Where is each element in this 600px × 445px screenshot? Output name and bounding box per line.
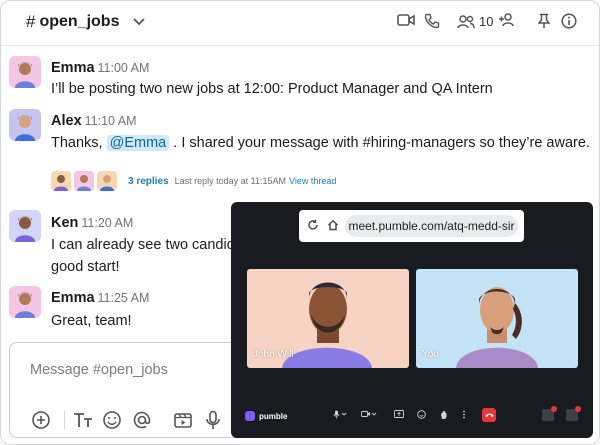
participant-tile[interactable]: You — [416, 269, 578, 368]
view-thread-link[interactable]: View thread — [289, 176, 336, 186]
hang-up-icon — [485, 413, 493, 417]
camera-toggle[interactable] — [361, 410, 377, 419]
raise-hand-button[interactable] — [440, 410, 448, 420]
message-author[interactable]: Emma 11:00 AM — [51, 60, 149, 76]
participants-button[interactable] — [542, 406, 557, 421]
message-text-part: . I shared your message with #hiring-man… — [169, 135, 590, 151]
mention-icon[interactable] — [131, 409, 153, 431]
message-text: good start! — [51, 259, 120, 275]
participant-tile[interactable]: John Will — [247, 269, 409, 368]
avatar[interactable] — [9, 210, 41, 242]
reaction-button[interactable] — [417, 410, 426, 419]
chat-button[interactable] — [566, 406, 581, 421]
message-text: Great, team! — [51, 313, 132, 329]
participant-avatar — [456, 287, 538, 368]
author-name: Emma — [51, 60, 95, 76]
channel-name: open_jobs — [39, 13, 120, 30]
channel-title[interactable]: # open_jobs — [26, 12, 146, 32]
author-name: Ken — [51, 215, 79, 231]
avatar[interactable] — [9, 286, 41, 318]
reply-avatar — [97, 171, 117, 191]
hash-icon: # — [26, 12, 36, 31]
url-field[interactable]: meet.pumble.com/atq-medd-sir — [345, 215, 518, 237]
screen-share-button[interactable] — [394, 410, 404, 419]
message-input[interactable]: Message #open_jobs — [30, 362, 168, 378]
microphone-icon — [333, 410, 347, 419]
message-text: Thanks, @Emma . I shared your message wi… — [51, 132, 590, 154]
camera-icon — [361, 411, 377, 417]
browser-url-bar: meet.pumble.com/atq-medd-sir — [299, 210, 524, 242]
author-name: Emma — [51, 290, 95, 306]
participant-name: You — [422, 349, 439, 360]
reply-avatar — [51, 171, 71, 191]
message-text: I can already see two candida — [51, 237, 243, 253]
pumble-logo-icon — [245, 411, 255, 421]
mention-link[interactable]: @Emma — [106, 135, 170, 151]
members-button[interactable]: 10 — [457, 14, 493, 29]
video-call-window: meet.pumble.com/atq-medd-sir John Will Y — [231, 202, 593, 438]
video-call-icon[interactable] — [397, 13, 415, 27]
add-icon[interactable] — [30, 409, 52, 431]
message-text-part: Thanks, — [51, 135, 107, 151]
more-options-button[interactable] — [462, 410, 466, 419]
thread-summary[interactable]: 3 replies Last reply today at 11:15AM Vi… — [51, 171, 336, 191]
avatar[interactable] — [9, 109, 41, 141]
member-count: 10 — [479, 14, 494, 29]
last-reply-time: Last reply today at 11:15AM — [174, 176, 286, 186]
message-time: 11:00 AM — [97, 61, 150, 75]
emoji-icon — [417, 410, 426, 419]
pin-icon[interactable] — [538, 13, 550, 29]
avatar[interactable] — [9, 56, 41, 88]
microphone-icon[interactable] — [202, 409, 224, 431]
chevron-down-icon[interactable] — [133, 18, 146, 26]
author-name: Alex — [51, 113, 82, 129]
reply-avatar — [74, 171, 94, 191]
app-window: # open_jobs 10 Emma 11:00 AM I’ll be pos… — [0, 0, 600, 445]
message-author[interactable]: Alex 11:10 AM — [51, 113, 137, 129]
home-icon[interactable] — [327, 219, 339, 231]
notification-badge — [575, 406, 581, 412]
message-author[interactable]: Ken 11:20 AM — [51, 215, 133, 231]
pumble-logo: pumble — [245, 411, 287, 421]
message-author[interactable]: Emma 11:25 AM — [51, 290, 149, 306]
hand-icon — [441, 411, 447, 419]
mic-toggle[interactable] — [333, 410, 347, 419]
toolbar-divider — [64, 411, 65, 429]
notification-badge — [551, 406, 557, 412]
video-clip-icon[interactable] — [172, 409, 194, 431]
users-icon — [457, 14, 475, 28]
message-time: 11:20 AM — [81, 216, 134, 230]
emoji-icon[interactable] — [101, 409, 123, 431]
text-format-icon[interactable] — [72, 409, 94, 431]
info-icon[interactable] — [561, 13, 577, 29]
phone-icon[interactable] — [424, 13, 440, 29]
end-call-button[interactable] — [482, 408, 496, 422]
add-member-icon[interactable] — [498, 13, 516, 27]
reload-icon[interactable] — [307, 219, 319, 231]
channel-header: # open_jobs 10 — [1, 1, 599, 46]
brand-name: pumble — [259, 411, 288, 421]
message-text: I’ll be posting two new jobs at 12:00: P… — [51, 81, 493, 97]
screen-share-icon — [394, 410, 404, 418]
message-time: 11:10 AM — [84, 114, 137, 128]
participant-name: John Will — [253, 349, 294, 360]
message-time: 11:25 AM — [97, 291, 150, 305]
more-vertical-icon — [463, 410, 465, 419]
replies-count[interactable]: 3 replies — [128, 176, 169, 187]
